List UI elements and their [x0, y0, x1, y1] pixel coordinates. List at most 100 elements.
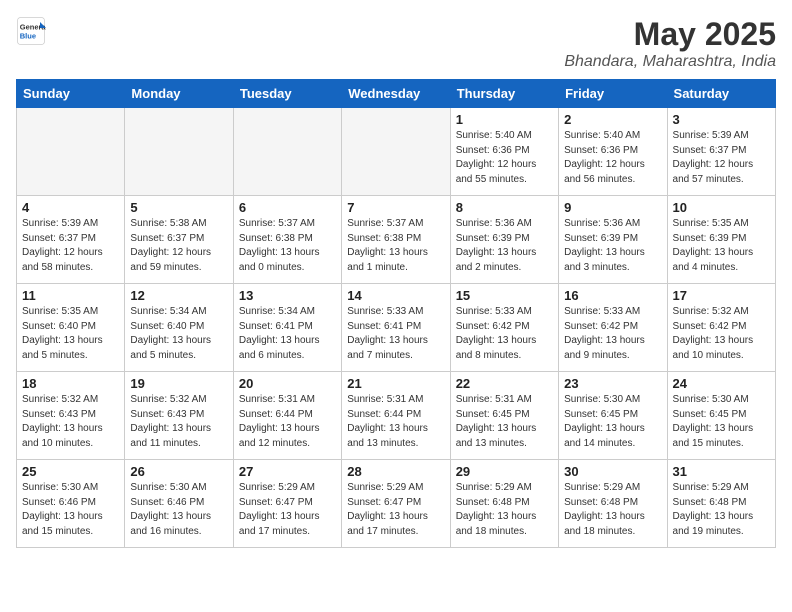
- calendar-cell: 9 Sunrise: 5:36 AM Sunset: 6:39 PM Daylig…: [559, 196, 667, 284]
- calendar-cell: 11Sunrise: 5:35 AM Sunset: 6:40 PM Dayli…: [17, 284, 125, 372]
- day-number: 23: [564, 376, 661, 391]
- day-number: 10: [673, 200, 770, 215]
- day-info: Sunrise: 5:34 AM Sunset: 6:41 PM Dayligh…: [239, 305, 336, 363]
- calendar-cell: 12Sunrise: 5:34 AM Sunset: 6:40 PM Dayli…: [125, 284, 233, 372]
- day-number: 24: [673, 376, 770, 391]
- calendar-cell: 30Sunrise: 5:29 AM Sunset: 6:48 PM Dayli…: [559, 460, 667, 548]
- calendar-subtitle: Bhandara, Maharashtra, India: [564, 53, 776, 71]
- column-header-wednesday: Wednesday: [342, 80, 450, 108]
- week-row-3: 11Sunrise: 5:35 AM Sunset: 6:40 PM Dayli…: [17, 284, 776, 372]
- day-info: Sunrise: 5:33 AM Sunset: 6:42 PM Dayligh…: [564, 305, 661, 363]
- day-info: Sunrise: 5:40 AM Sunset: 6:36 PM Dayligh…: [456, 129, 553, 187]
- column-header-sunday: Sunday: [17, 80, 125, 108]
- day-number: 12: [130, 288, 227, 303]
- calendar-cell: 25Sunrise: 5:30 AM Sunset: 6:46 PM Dayli…: [17, 460, 125, 548]
- calendar-cell: 3 Sunrise: 5:39 AM Sunset: 6:37 PM Daylig…: [667, 108, 775, 196]
- day-number: 5: [130, 200, 227, 215]
- day-number: 7: [347, 200, 444, 215]
- day-number: 14: [347, 288, 444, 303]
- day-info: Sunrise: 5:32 AM Sunset: 6:43 PM Dayligh…: [130, 393, 227, 451]
- column-header-saturday: Saturday: [667, 80, 775, 108]
- calendar-cell: 17 Sunrise: 5:32 AM Sunset: 6:42 PM Dayli…: [667, 284, 775, 372]
- day-info: Sunrise: 5:35 AM Sunset: 6:39 PM Dayligh…: [673, 217, 770, 275]
- calendar-cell: 10 Sunrise: 5:35 AM Sunset: 6:39 PM Dayli…: [667, 196, 775, 284]
- day-info: Sunrise: 5:40 AM Sunset: 6:36 PM Dayligh…: [564, 129, 661, 187]
- day-info: Sunrise: 5:29 AM Sunset: 6:47 PM Dayligh…: [239, 481, 336, 539]
- day-info: Sunrise: 5:39 AM Sunset: 6:37 PM Dayligh…: [22, 217, 119, 275]
- calendar-header-row: SundayMondayTuesdayWednesdayThursdayFrid…: [17, 80, 776, 108]
- day-info: Sunrise: 5:32 AM Sunset: 6:43 PM Dayligh…: [22, 393, 119, 451]
- day-info: Sunrise: 5:29 AM Sunset: 6:48 PM Dayligh…: [456, 481, 553, 539]
- calendar-cell: 28 Sunrise: 5:29 AM Sunset: 6:47 PM Dayli…: [342, 460, 450, 548]
- day-number: 31: [673, 464, 770, 479]
- svg-text:Blue: Blue: [20, 32, 36, 41]
- calendar-cell: 21 Sunrise: 5:31 AM Sunset: 6:44 PM Dayli…: [342, 372, 450, 460]
- calendar-cell: 7 Sunrise: 5:37 AM Sunset: 6:38 PM Daylig…: [342, 196, 450, 284]
- day-number: 17: [673, 288, 770, 303]
- calendar-title: May 2025: [564, 16, 776, 53]
- calendar-cell: 26Sunrise: 5:30 AM Sunset: 6:46 PM Dayli…: [125, 460, 233, 548]
- column-header-monday: Monday: [125, 80, 233, 108]
- day-number: 30: [564, 464, 661, 479]
- day-info: Sunrise: 5:31 AM Sunset: 6:44 PM Dayligh…: [239, 393, 336, 451]
- day-info: Sunrise: 5:32 AM Sunset: 6:42 PM Dayligh…: [673, 305, 770, 363]
- day-number: 27: [239, 464, 336, 479]
- day-number: 4: [22, 200, 119, 215]
- calendar-cell: 16Sunrise: 5:33 AM Sunset: 6:42 PM Dayli…: [559, 284, 667, 372]
- calendar-cell: 31Sunrise: 5:29 AM Sunset: 6:48 PM Dayli…: [667, 460, 775, 548]
- page-header: General Blue May 2025 Bhandara, Maharash…: [16, 16, 776, 71]
- day-number: 3: [673, 112, 770, 127]
- day-number: 25: [22, 464, 119, 479]
- day-number: 18: [22, 376, 119, 391]
- day-number: 9: [564, 200, 661, 215]
- calendar-body: 1 Sunrise: 5:40 AM Sunset: 6:36 PM Daylig…: [17, 108, 776, 548]
- day-info: Sunrise: 5:33 AM Sunset: 6:42 PM Dayligh…: [456, 305, 553, 363]
- day-info: Sunrise: 5:39 AM Sunset: 6:37 PM Dayligh…: [673, 129, 770, 187]
- title-area: May 2025 Bhandara, Maharashtra, India: [564, 16, 776, 71]
- calendar-cell: 19 Sunrise: 5:32 AM Sunset: 6:43 PM Dayli…: [125, 372, 233, 460]
- day-info: Sunrise: 5:29 AM Sunset: 6:47 PM Dayligh…: [347, 481, 444, 539]
- day-number: 2: [564, 112, 661, 127]
- day-number: 20: [239, 376, 336, 391]
- calendar-cell: [17, 108, 125, 196]
- calendar-cell: 2 Sunrise: 5:40 AM Sunset: 6:36 PM Daylig…: [559, 108, 667, 196]
- day-number: 15: [456, 288, 553, 303]
- day-info: Sunrise: 5:30 AM Sunset: 6:45 PM Dayligh…: [564, 393, 661, 451]
- calendar-cell: 13Sunrise: 5:34 AM Sunset: 6:41 PM Dayli…: [233, 284, 341, 372]
- calendar-cell: 29 Sunrise: 5:29 AM Sunset: 6:48 PM Dayli…: [450, 460, 558, 548]
- calendar-cell: 24Sunrise: 5:30 AM Sunset: 6:45 PM Dayli…: [667, 372, 775, 460]
- calendar-cell: 14 Sunrise: 5:33 AM Sunset: 6:41 PM Dayli…: [342, 284, 450, 372]
- day-number: 29: [456, 464, 553, 479]
- calendar-cell: 6 Sunrise: 5:37 AM Sunset: 6:38 PM Daylig…: [233, 196, 341, 284]
- day-info: Sunrise: 5:37 AM Sunset: 6:38 PM Dayligh…: [347, 217, 444, 275]
- calendar-cell: 8Sunrise: 5:36 AM Sunset: 6:39 PM Daylig…: [450, 196, 558, 284]
- week-row-5: 25Sunrise: 5:30 AM Sunset: 6:46 PM Dayli…: [17, 460, 776, 548]
- calendar-cell: 20 Sunrise: 5:31 AM Sunset: 6:44 PM Dayli…: [233, 372, 341, 460]
- day-number: 6: [239, 200, 336, 215]
- day-info: Sunrise: 5:36 AM Sunset: 6:39 PM Dayligh…: [564, 217, 661, 275]
- calendar-cell: 5Sunrise: 5:38 AM Sunset: 6:37 PM Daylig…: [125, 196, 233, 284]
- day-number: 11: [22, 288, 119, 303]
- day-number: 21: [347, 376, 444, 391]
- calendar-cell: [125, 108, 233, 196]
- calendar-cell: 27 Sunrise: 5:29 AM Sunset: 6:47 PM Dayli…: [233, 460, 341, 548]
- day-number: 28: [347, 464, 444, 479]
- week-row-2: 4 Sunrise: 5:39 AM Sunset: 6:37 PM Daylig…: [17, 196, 776, 284]
- day-number: 1: [456, 112, 553, 127]
- day-info: Sunrise: 5:37 AM Sunset: 6:38 PM Dayligh…: [239, 217, 336, 275]
- calendar-cell: 18 Sunrise: 5:32 AM Sunset: 6:43 PM Dayli…: [17, 372, 125, 460]
- calendar-table: SundayMondayTuesdayWednesdayThursdayFrid…: [16, 79, 776, 548]
- day-info: Sunrise: 5:31 AM Sunset: 6:44 PM Dayligh…: [347, 393, 444, 451]
- calendar-cell: 23 Sunrise: 5:30 AM Sunset: 6:45 PM Dayli…: [559, 372, 667, 460]
- week-row-4: 18 Sunrise: 5:32 AM Sunset: 6:43 PM Dayli…: [17, 372, 776, 460]
- day-info: Sunrise: 5:31 AM Sunset: 6:45 PM Dayligh…: [456, 393, 553, 451]
- calendar-cell: [233, 108, 341, 196]
- logo-icon: General Blue: [16, 16, 46, 46]
- day-info: Sunrise: 5:36 AM Sunset: 6:39 PM Dayligh…: [456, 217, 553, 275]
- day-number: 26: [130, 464, 227, 479]
- calendar-cell: 15 Sunrise: 5:33 AM Sunset: 6:42 PM Dayli…: [450, 284, 558, 372]
- calendar-cell: 1 Sunrise: 5:40 AM Sunset: 6:36 PM Daylig…: [450, 108, 558, 196]
- calendar-cell: [342, 108, 450, 196]
- day-info: Sunrise: 5:33 AM Sunset: 6:41 PM Dayligh…: [347, 305, 444, 363]
- day-number: 19: [130, 376, 227, 391]
